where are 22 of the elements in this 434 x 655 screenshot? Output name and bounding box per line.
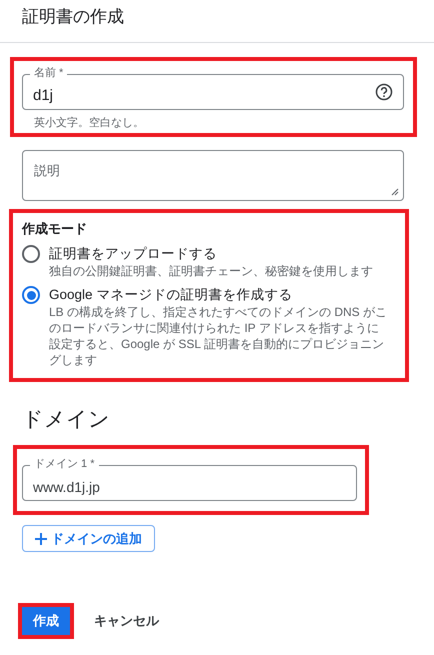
description-field[interactable]: 説明 bbox=[22, 150, 404, 201]
option-description: LB の構成を終了し、指定されたすべてのドメインの DNS がこのロードバランサに関連付けられた IP アドレスを指すように設定すると、Google が SSL 証明書を自動的にプロビジョニングします bbox=[49, 304, 387, 368]
field-value: d1j bbox=[33, 86, 54, 106]
add-domain-button[interactable]: ドメインの追加 bbox=[22, 525, 155, 552]
resize-handle-icon[interactable] bbox=[391, 188, 399, 196]
option-description: 独自の公開鍵証明書、証明書チェーン、秘密鍵を使用します bbox=[49, 263, 374, 279]
radio-button[interactable] bbox=[22, 286, 40, 304]
cancel-button[interactable]: キャンセル bbox=[90, 607, 163, 635]
option-label: 証明書をアップロードする bbox=[49, 245, 218, 263]
help-icon[interactable] bbox=[375, 83, 393, 101]
field-value: www.d1j.jp bbox=[33, 478, 100, 497]
hint-text: 英小文字。空白なし。 bbox=[34, 116, 145, 131]
create-button[interactable]: 作成 bbox=[22, 607, 70, 635]
field-label: ドメイン 1 * bbox=[30, 457, 99, 471]
radio-button[interactable] bbox=[22, 245, 40, 263]
field-placeholder: 説明 bbox=[34, 163, 60, 178]
plus-icon bbox=[35, 532, 47, 544]
field-label: 名前 * bbox=[30, 66, 68, 80]
option-label: Google マネージドの証明書を作成する bbox=[49, 286, 294, 304]
section-heading: ドメイン bbox=[22, 407, 111, 433]
section-label: 作成モード bbox=[22, 220, 88, 238]
page-title: 証明書の作成 bbox=[22, 6, 125, 28]
